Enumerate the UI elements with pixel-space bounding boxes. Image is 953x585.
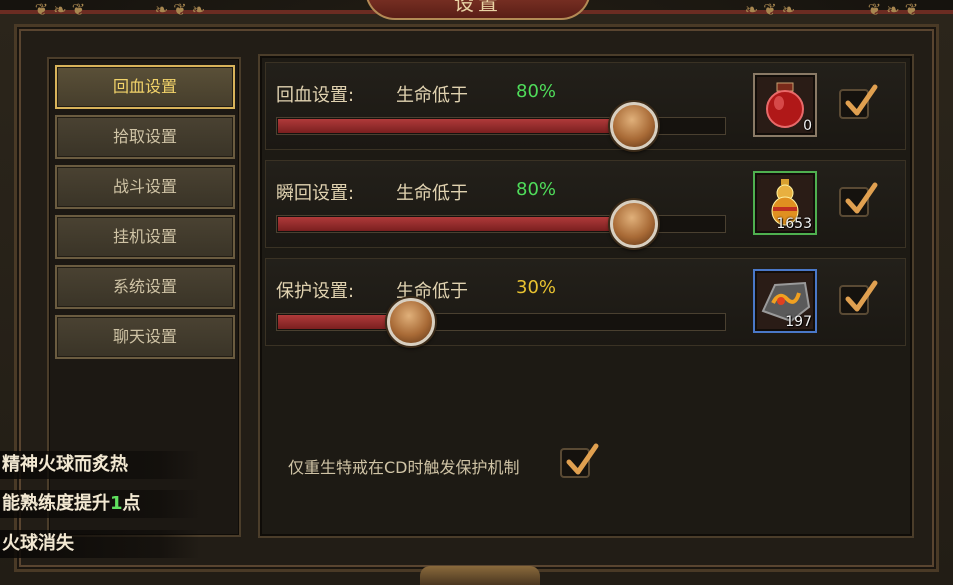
menu-item-hp-recovery[interactable]: 回血设置 [55,65,235,109]
chat-text: 火球消失 [2,533,74,554]
slider-knob[interactable] [610,200,658,248]
window-title: 设置 [365,0,591,20]
hp-recovery-row: 回血设置: 生命低于 80% 0 [265,62,906,150]
chat-text: 精神火球而炙热 [2,454,128,475]
left-ornament-icon: ❦ ❧ ❦ [34,0,86,19]
menu-item-auto[interactable]: 挂机设置 [55,215,235,259]
protection-only-checkbox[interactable] [560,443,599,478]
instant-recovery-row: 瞬回设置: 生命低于 80% 1653 [265,160,906,248]
hp-threshold-slider[interactable] [276,102,726,150]
right-ornament-icon: ❧ ❦ ❧ [744,0,796,19]
protection-row: 保护设置: 生命低于 30% 197 [265,258,906,346]
item-slot[interactable]: 0 [753,73,817,137]
chat-line: 火球消失 [0,530,200,558]
right-ornament-icon-2: ❦ ❧ ❦ [867,0,919,19]
menu-item-pickup[interactable]: 拾取设置 [55,115,235,159]
item-slot[interactable]: 1653 [753,171,817,235]
row-label: 回血设置: [276,85,355,106]
slider-fill [278,119,635,133]
slider-fill [278,217,635,231]
bottom-ornament-icon [420,566,540,585]
slider-knob[interactable] [387,298,435,346]
checkmark-icon [845,182,878,214]
row-label: 保护设置: [276,281,355,302]
menu-item-chat[interactable]: 聊天设置 [55,315,235,359]
item-slot[interactable]: 197 [753,269,817,333]
left-ornament-icon-2: ❧ ❦ ❧ [154,0,206,19]
instant-threshold-slider[interactable] [276,200,726,248]
enable-checkbox[interactable] [839,84,878,119]
enable-checkbox[interactable] [839,280,878,315]
row-percent: 80% [516,179,557,200]
row-percent: 80% [516,81,557,102]
chat-text: 点 [122,493,141,514]
row-percent: 30% [516,277,557,298]
item-count: 197 [785,314,812,330]
menu-item-system[interactable]: 系统设置 [55,265,235,309]
slider-knob[interactable] [610,102,658,150]
item-count: 0 [803,118,812,134]
chat-text: 能熟练度提升 [2,493,110,514]
checkmark-icon [845,280,878,312]
enable-checkbox[interactable] [839,182,878,217]
chat-line: 精神火球而炙热 [0,451,200,479]
row-label: 瞬回设置: [276,183,355,204]
row-condition: 生命低于 [396,183,468,204]
protection-only-label: 仅重生特戒在CD时触发保护机制 [288,458,520,477]
menu-item-combat[interactable]: 战斗设置 [55,165,235,209]
row-condition: 生命低于 [396,85,468,106]
protection-threshold-slider[interactable] [276,298,726,346]
checkmark-icon [845,84,878,116]
item-count: 1653 [776,216,812,232]
chat-line: 能熟练度提升1点 [0,490,200,518]
chat-highlight: 1 [110,493,123,514]
checkmark-icon [566,443,599,475]
settings-window: ❦ ❧ ❦ ❧ ❦ ❧ ❧ ❦ ❧ ❦ ❧ ❦ 设置 回血设置 拾取设置 战斗设… [0,0,953,585]
